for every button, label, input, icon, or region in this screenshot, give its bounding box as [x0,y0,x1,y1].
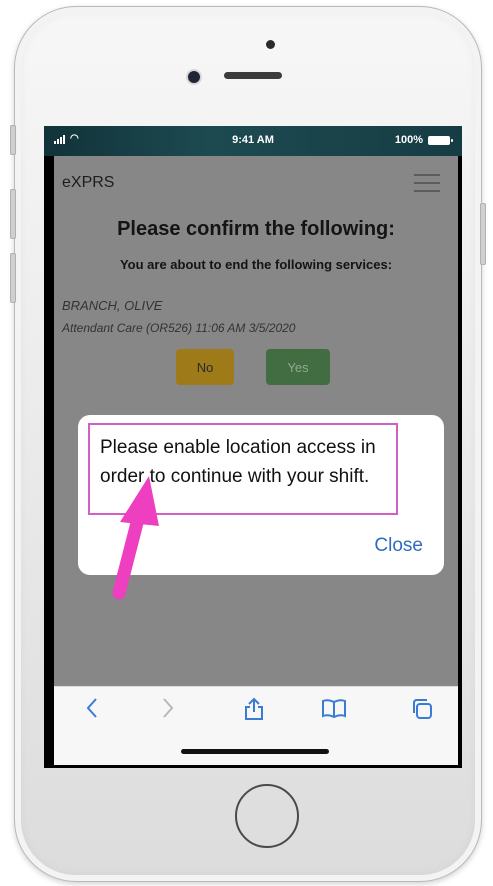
pointer-arrow-icon [112,476,159,600]
